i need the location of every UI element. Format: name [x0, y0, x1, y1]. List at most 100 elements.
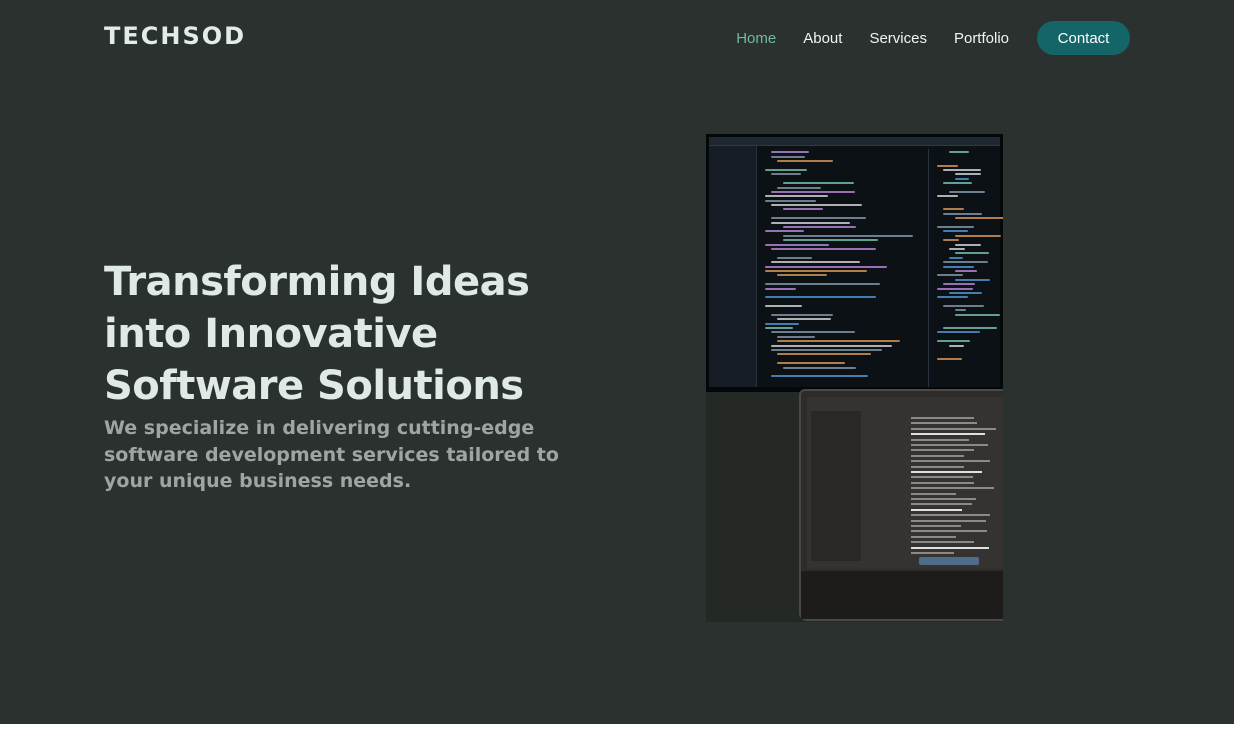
doc-line [911, 417, 974, 419]
doc-line [911, 530, 988, 533]
laptop-illustration [799, 389, 1003, 621]
code-line [949, 256, 964, 259]
code-line [765, 269, 867, 272]
next-section-edge [0, 724, 1234, 743]
laptop-sidebar [811, 411, 861, 561]
doc-line [911, 525, 962, 527]
code-line [765, 199, 816, 202]
code-line [955, 173, 982, 176]
site-logo[interactable]: TECHSOD [104, 22, 246, 50]
nav-item-portfolio[interactable]: Portfolio [954, 30, 1009, 47]
laptop-keyboard [801, 571, 1003, 619]
code-line [771, 247, 877, 250]
code-line [777, 256, 812, 259]
code-line [949, 247, 966, 250]
doc-line [911, 454, 964, 457]
code-line [765, 322, 800, 325]
code-line [777, 340, 901, 343]
doc-line [911, 471, 982, 473]
laptop-screen [807, 397, 1003, 569]
code-line [777, 353, 871, 356]
code-line [937, 340, 971, 343]
code-line [777, 160, 833, 163]
code-line [765, 287, 796, 290]
code-line [765, 296, 876, 299]
doc-line [911, 465, 964, 468]
code-line [765, 305, 802, 308]
contact-button[interactable]: Contact [1037, 21, 1130, 55]
code-line [765, 168, 808, 171]
hero-section: TECHSOD Home About Services Portfolio Co… [0, 0, 1234, 724]
code-line [937, 226, 975, 229]
doc-line [911, 535, 957, 538]
code-line [943, 327, 997, 330]
code-line [783, 182, 854, 185]
doc-line [911, 498, 976, 500]
code-line [955, 309, 966, 312]
hero-image [706, 134, 1003, 622]
code-line [943, 208, 965, 211]
doc-line [911, 503, 972, 506]
code-line [771, 375, 868, 378]
doc-line [911, 444, 988, 446]
code-line [777, 362, 845, 365]
code-line [937, 287, 974, 290]
code-line [955, 177, 970, 180]
hero-title: Transforming Ideas into Innovative Softw… [104, 259, 530, 409]
code-line [771, 155, 805, 158]
code-line [943, 168, 981, 171]
doc-line [911, 546, 989, 549]
code-line [777, 186, 821, 189]
code-line [771, 331, 855, 334]
code-line [937, 164, 959, 167]
code-line [949, 291, 982, 294]
code-line [943, 283, 976, 286]
code-line [771, 344, 893, 347]
main-nav: Home About Services Portfolio Contact [736, 21, 1130, 55]
doc-line [911, 449, 975, 452]
code-line [943, 230, 969, 233]
code-line [937, 331, 980, 334]
doc-line [911, 476, 973, 479]
code-line [955, 234, 1002, 237]
code-line [771, 190, 856, 193]
code-line [783, 234, 914, 237]
code-line [943, 305, 984, 308]
code-line [765, 283, 881, 286]
doc-line [911, 541, 974, 544]
code-line [771, 221, 850, 224]
code-line [783, 208, 823, 211]
code-line [765, 230, 805, 233]
code-line [771, 151, 809, 154]
code-line [771, 348, 882, 351]
nav-item-about[interactable]: About [803, 30, 842, 47]
doc-line [911, 519, 986, 522]
code-line [955, 313, 1000, 316]
code-line [943, 265, 974, 268]
editor-toolbar [709, 137, 1000, 146]
doc-line [911, 422, 977, 425]
doc-line [911, 481, 975, 484]
doc-line [911, 427, 996, 430]
code-line [765, 243, 829, 246]
code-line [783, 239, 878, 242]
code-line [765, 265, 888, 268]
code-line [955, 252, 990, 255]
code-line [765, 195, 829, 198]
code-line [943, 261, 988, 264]
doc-line [911, 460, 991, 463]
code-line [949, 344, 964, 347]
editor-preview-pane [933, 149, 1003, 387]
doc-line [911, 492, 957, 495]
code-line [937, 296, 969, 299]
code-line [777, 335, 816, 338]
code-line [937, 274, 964, 277]
code-line [783, 226, 856, 229]
code-line [777, 318, 832, 321]
code-line [943, 239, 960, 242]
code-line [943, 182, 972, 185]
code-line [771, 261, 860, 264]
nav-item-home[interactable]: Home [736, 30, 776, 47]
code-line [949, 190, 985, 193]
nav-item-services[interactable]: Services [869, 30, 927, 47]
